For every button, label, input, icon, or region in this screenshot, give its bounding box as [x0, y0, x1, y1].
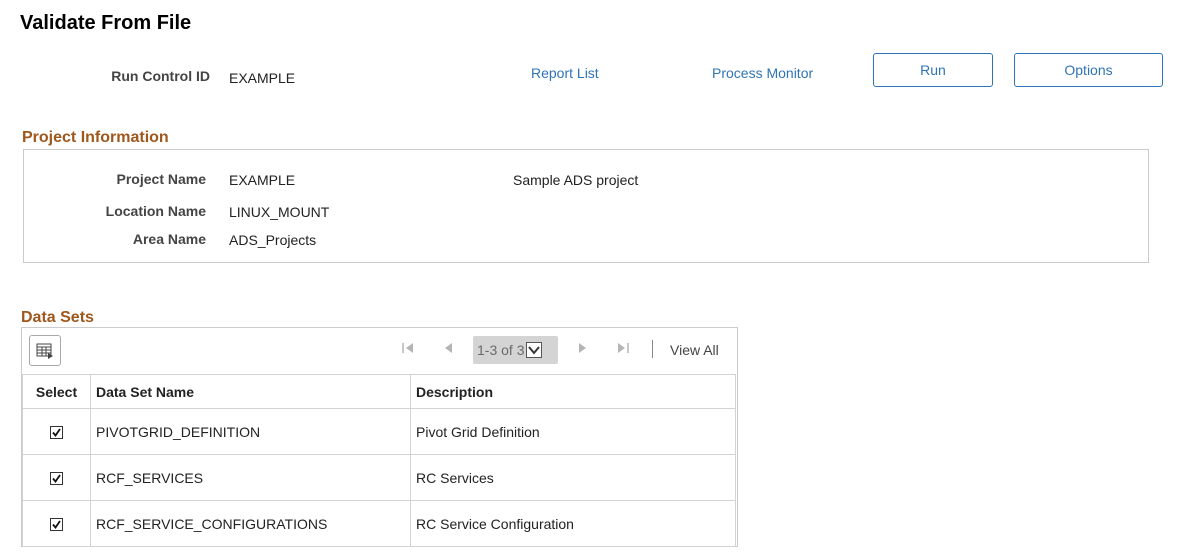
process-monitor-link[interactable]: Process Monitor [712, 65, 813, 81]
select-cell [22, 408, 91, 455]
data-set-name-cell: RCF_SERVICE_CONFIGURATIONS [90, 500, 411, 547]
area-name-value: ADS_Projects [229, 232, 317, 248]
pager-text: 1-3 of 3 [477, 342, 525, 358]
run-control-label: Run Control ID [111, 68, 210, 84]
data-sets-table: Select Data Set Name Description PIVOTGR… [22, 374, 736, 547]
select-cell [22, 454, 91, 501]
next-page-icon[interactable] [577, 341, 589, 358]
grid-settings-icon [36, 343, 53, 359]
table-row: RCF_SERVICES RC Services [22, 454, 736, 501]
data-set-name-cell: RCF_SERVICES [90, 454, 411, 501]
table-row: PIVOTGRID_DEFINITION Pivot Grid Definiti… [22, 408, 736, 455]
project-name-value: EXAMPLE [229, 172, 296, 188]
table-row: RCF_SERVICE_CONFIGURATIONS RC Service Co… [22, 500, 736, 547]
data-set-name-column-header: Data Set Name [90, 374, 411, 409]
select-column-header: Select [22, 374, 91, 409]
report-list-link[interactable]: Report List [531, 65, 599, 81]
description-cell: Pivot Grid Definition [410, 408, 736, 455]
last-page-icon[interactable] [616, 341, 630, 358]
options-button[interactable]: Options [1014, 53, 1163, 87]
select-checkbox[interactable] [50, 472, 63, 486]
location-name-label: Location Name [105, 203, 206, 219]
project-information-title: Project Information [22, 129, 169, 146]
chevron-down-icon [526, 342, 543, 358]
description-column-header: Description [410, 374, 736, 409]
select-checkbox[interactable] [50, 426, 63, 440]
run-control-value: EXAMPLE [229, 70, 296, 86]
first-page-icon[interactable] [401, 341, 415, 358]
location-name-value: LINUX_MOUNT [229, 204, 330, 220]
project-name-label: Project Name [116, 171, 206, 187]
run-button[interactable]: Run [873, 53, 993, 87]
description-cell: RC Service Configuration [410, 500, 736, 547]
select-cell [22, 500, 91, 547]
description-cell: RC Services [410, 454, 736, 501]
toolbar-divider [652, 340, 653, 358]
pager-dropdown[interactable]: 1-3 of 3 [473, 336, 558, 364]
previous-page-icon[interactable] [442, 341, 454, 358]
area-name-label: Area Name [132, 231, 206, 247]
data-set-name-cell: PIVOTGRID_DEFINITION [90, 408, 411, 455]
select-checkbox[interactable] [50, 518, 63, 532]
page-title: Validate From File [20, 12, 192, 34]
table-header-row: Select Data Set Name Description [22, 374, 736, 409]
project-description: Sample ADS project [513, 172, 639, 188]
grid-personalize-button[interactable] [29, 335, 61, 366]
data-sets-title: Data Sets [21, 309, 94, 326]
view-all-link[interactable]: View All [670, 342, 719, 358]
